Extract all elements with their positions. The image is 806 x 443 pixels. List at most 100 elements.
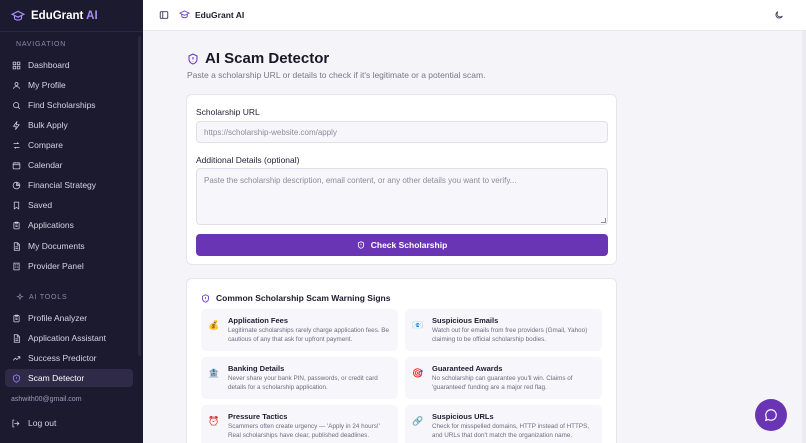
ai-tools-section-label: AI TOOLS bbox=[16, 293, 67, 301]
warning-tile-banking-details: 🏦 Banking Details Never share your bank … bbox=[201, 357, 398, 399]
page-title: AI Scam Detector bbox=[187, 50, 329, 67]
sidebar-item-label: Dashboard bbox=[28, 60, 70, 70]
warning-tile-suspicious-emails: 📧 Suspicious Emails Watch out for emails… bbox=[405, 309, 602, 351]
page-scrollbar[interactable] bbox=[802, 31, 806, 443]
shield-icon bbox=[188, 52, 198, 65]
warning-tile-guaranteed-awards: 🎯 Guaranteed Awards No scholarship can g… bbox=[405, 357, 602, 399]
pie-chart-icon bbox=[12, 181, 21, 189]
warning-tile-suspicious-urls: 🔗 Suspicious URLs Check for misspelled d… bbox=[405, 405, 602, 443]
lightning-icon bbox=[12, 120, 20, 130]
sidebar-item-calendar[interactable]: Calendar bbox=[5, 156, 133, 174]
warning-description: Watch out for emails from free providers… bbox=[432, 327, 588, 344]
sidebar-item-my-documents[interactable]: My Documents bbox=[5, 237, 133, 255]
sidebar-item-label: Applications bbox=[28, 220, 74, 230]
topbar: EduGrant AI bbox=[143, 0, 806, 31]
graduation-cap-icon bbox=[11, 10, 25, 21]
bank-icon: 🏦 bbox=[208, 367, 220, 378]
sidebar-item-label: Compare bbox=[28, 140, 63, 150]
sidebar-item-label: Scam Detector bbox=[28, 373, 85, 383]
nav-section-label: NAVIGATION bbox=[16, 41, 67, 48]
sidebar-item-saved[interactable]: Saved bbox=[5, 196, 133, 214]
clipboard-icon bbox=[13, 221, 20, 229]
trend-icon bbox=[12, 355, 21, 361]
logout-label: Log out bbox=[28, 418, 57, 428]
warning-title: Suspicious URLs bbox=[432, 412, 494, 421]
sidebar-item-provider-panel[interactable]: Provider Panel bbox=[5, 257, 133, 275]
check-scholarship-button[interactable]: Check Scholarship bbox=[196, 234, 608, 256]
url-label: Scholarship URL bbox=[196, 107, 260, 117]
graduation-cap-icon bbox=[179, 10, 190, 19]
user-icon bbox=[13, 81, 20, 89]
warning-description: Never share your bank PIN, passwords, or… bbox=[228, 375, 378, 392]
sidebar-item-application-assistant[interactable]: Application Assistant bbox=[5, 329, 133, 347]
compare-icon bbox=[13, 141, 20, 149]
sidebar-item-compare[interactable]: Compare bbox=[5, 136, 133, 154]
chat-bubble-icon bbox=[764, 409, 777, 422]
warning-title: Guaranteed Awards bbox=[432, 364, 503, 373]
sidebar-scrollbar[interactable] bbox=[138, 36, 141, 356]
logout-button[interactable]: Log out bbox=[11, 418, 56, 428]
building-icon bbox=[13, 262, 20, 270]
warning-signs-card: Common Scholarship Scam Warning Signs 💰 … bbox=[186, 278, 617, 443]
topbar-brand[interactable]: EduGrant AI bbox=[179, 9, 244, 20]
sidebar-item-label: Bulk Apply bbox=[28, 120, 68, 130]
brand-name: EduGrant AI bbox=[31, 10, 98, 22]
bookmark-icon bbox=[13, 201, 20, 210]
sidebar-item-label: Application Assistant bbox=[28, 333, 106, 343]
sidebar-toggle-icon[interactable] bbox=[159, 10, 169, 20]
money-bag-icon: 💰 bbox=[208, 319, 220, 330]
sidebar-item-dashboard[interactable]: Dashboard bbox=[5, 56, 133, 74]
shield-icon bbox=[357, 241, 364, 249]
textarea-placeholder: Paste the scholarship description, email… bbox=[204, 176, 517, 185]
warning-title: Banking Details bbox=[228, 364, 285, 373]
warning-title: Application Fees bbox=[228, 316, 289, 325]
sidebar-item-label: My Profile bbox=[28, 80, 66, 90]
sidebar-item-find-scholarships[interactable]: Find Scholarships bbox=[5, 96, 133, 114]
sidebar-item-applications[interactable]: Applications bbox=[5, 216, 133, 234]
sidebar-item-success-predictor[interactable]: Success Predictor bbox=[5, 349, 133, 367]
shield-icon bbox=[202, 293, 209, 303]
calendar-icon bbox=[12, 161, 21, 169]
resize-handle[interactable] bbox=[601, 218, 606, 223]
sidebar-item-label: Saved bbox=[28, 200, 53, 210]
moon-icon[interactable] bbox=[774, 10, 784, 20]
shield-icon bbox=[13, 373, 20, 383]
warning-tile-pressure-tactics: ⏰ Pressure Tactics Scammers often create… bbox=[201, 405, 398, 443]
warning-signs-title: Common Scholarship Scam Warning Signs bbox=[201, 293, 390, 303]
sidebar-item-bulk-apply[interactable]: Bulk Apply bbox=[5, 116, 133, 134]
document-icon bbox=[13, 241, 20, 251]
document-icon bbox=[13, 333, 20, 343]
details-label: Additional Details (optional) bbox=[196, 155, 300, 165]
sidebar-item-label: Profile Analyzer bbox=[28, 313, 88, 323]
grid-icon bbox=[12, 61, 21, 69]
sidebar-divider bbox=[0, 31, 143, 32]
search-icon bbox=[13, 101, 21, 109]
scholarship-url-input[interactable]: https://scholarship-website.com/apply bbox=[196, 121, 608, 143]
sidebar-item-profile-analyzer[interactable]: Profile Analyzer bbox=[5, 309, 133, 327]
sidebar-brand[interactable]: EduGrant AI bbox=[11, 9, 98, 23]
warning-description: Check for misspelled domains, HTTP inste… bbox=[432, 423, 590, 440]
sidebar-item-scam-detector[interactable]: Scam Detector bbox=[5, 369, 133, 387]
additional-details-textarea[interactable]: Paste the scholarship description, email… bbox=[196, 168, 608, 225]
sidebar-item-label: My Documents bbox=[28, 241, 85, 251]
sidebar-item-label: Financial Strategy bbox=[28, 180, 97, 190]
sidebar-item-label: Find Scholarships bbox=[28, 100, 96, 110]
warning-title: Pressure Tactics bbox=[228, 412, 288, 421]
target-icon: 🎯 bbox=[412, 367, 424, 378]
topbar-brand-label: EduGrant AI bbox=[195, 9, 245, 20]
warning-tile-application-fees: 💰 Application Fees Legitimate scholarshi… bbox=[201, 309, 398, 351]
sidebar: EduGrant AI NAVIGATION Dashboard My Prof… bbox=[0, 0, 143, 443]
warning-description: No scholarship can guarantee you'll win.… bbox=[432, 375, 573, 392]
check-scholarship-label: Check Scholarship bbox=[370, 240, 448, 250]
sidebar-item-my-profile[interactable]: My Profile bbox=[5, 76, 133, 94]
warning-title: Suspicious Emails bbox=[432, 316, 499, 325]
warning-description: Legitimate scholarships rarely charge ap… bbox=[228, 327, 390, 344]
alarm-icon: ⏰ bbox=[208, 415, 220, 426]
sidebar-item-label: Calendar bbox=[28, 160, 63, 170]
clipboard-icon bbox=[13, 314, 20, 322]
sidebar-item-label: Success Predictor bbox=[28, 353, 97, 363]
chat-button[interactable] bbox=[755, 399, 787, 431]
scam-check-form: Scholarship URL https://scholarship-webs… bbox=[186, 94, 617, 265]
sidebar-item-financial-strategy[interactable]: Financial Strategy bbox=[5, 176, 133, 194]
sidebar-item-label: Provider Panel bbox=[28, 261, 84, 271]
